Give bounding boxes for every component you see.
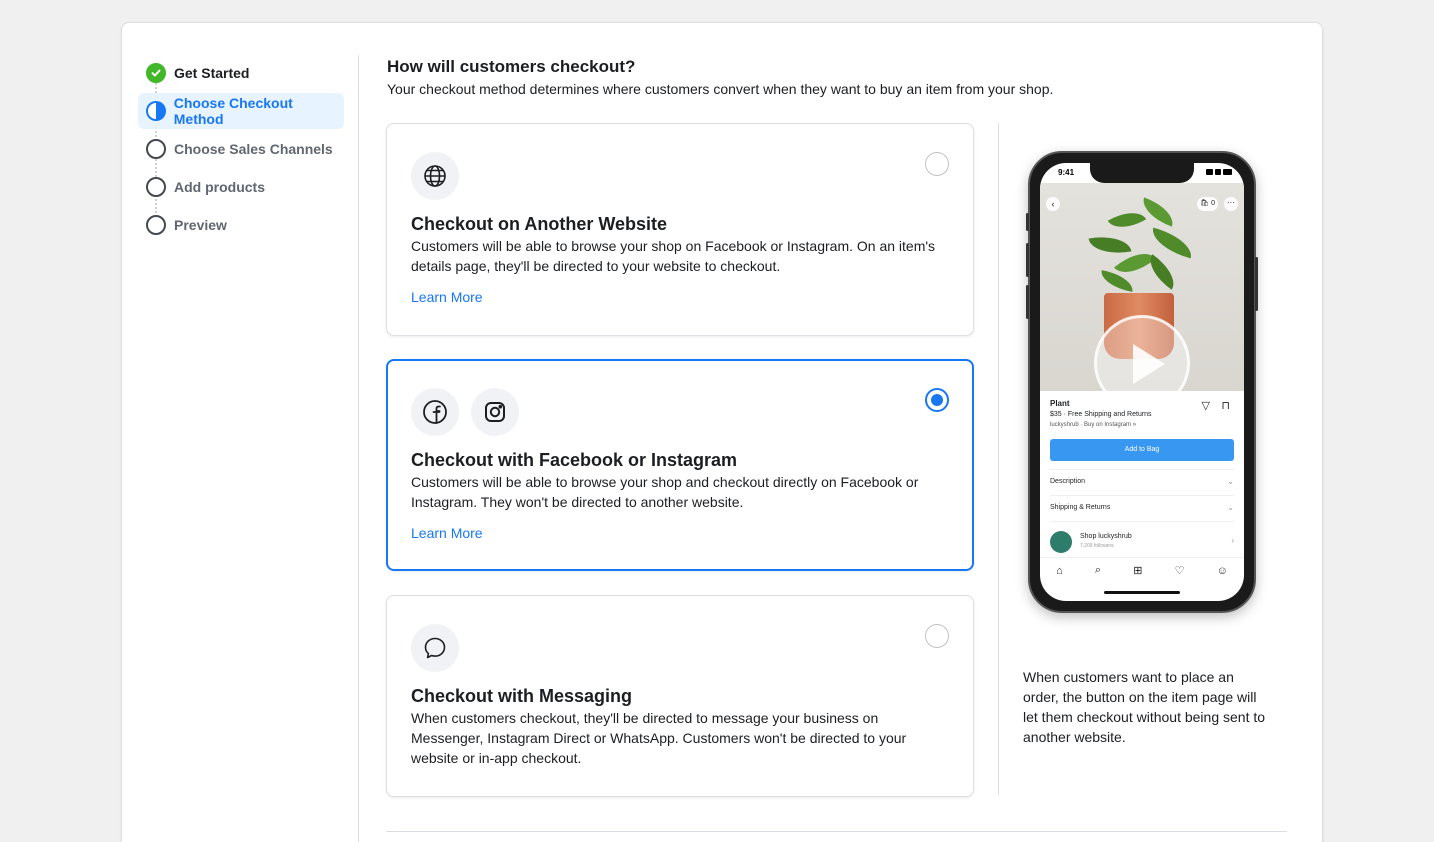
step-label: Choose Sales Channels [174,141,333,157]
search-icon: ⌕ [1094,564,1102,576]
phone-screen: 9:41 ‹ 🛍 0 ··· Plant $35 · Free Shipping… [1040,163,1244,601]
back-icon: ‹ [1046,197,1060,211]
option-card-facebook-instagram[interactable]: Checkout with Facebook or Instagram Cust… [386,359,974,571]
phone-tab-bar: ⌂ ⌕ ⊞ ♡ ☺ [1040,557,1244,583]
description-row: Description ⌄ [1050,469,1234,486]
empty-circle-icon [146,139,166,159]
radio-button[interactable] [925,624,949,648]
learn-more-link[interactable]: Learn More [411,525,483,541]
more-icon: ··· [1224,197,1238,211]
step-choose-checkout-method[interactable]: Choose Checkout Method [138,93,344,129]
step-label: Choose Checkout Method [173,95,293,127]
empty-circle-icon [146,215,166,235]
half-circle-icon [146,101,166,121]
empty-circle-icon [146,177,166,197]
option-title: Checkout on Another Website [411,214,668,234]
option-card-another-website[interactable]: Checkout on Another Website Customers wi… [386,123,974,336]
preview-divider [998,123,999,795]
messenger-bubble-icon [411,624,459,672]
add-icon: ⊞ [1133,565,1143,577]
option-description: Customers will be able to browse your sh… [411,238,936,274]
shop-row: › [1050,521,1234,557]
phone-notch [1090,163,1194,183]
globe-icon [411,152,459,200]
learn-more-link[interactable]: Learn More [411,289,483,305]
product-shop: luckyshrub · Buy on Instagram » [1050,422,1137,428]
product-price: $35 · Free Shipping and Returns [1050,411,1152,418]
shop-name: Shop luckyshrub [1080,533,1132,540]
option-description: Customers will be able to browse your sh… [411,474,919,510]
page-title: How will customers checkout? [387,57,636,76]
page-subtitle: Your checkout method determines where cu… [387,81,1054,97]
option-card-messaging[interactable]: Checkout with Messaging When customers c… [386,595,974,797]
stepper: Get Started Choose Checkout Method Choos… [138,55,344,245]
footer-divider [386,831,1287,832]
cart-icon: 🛍 0 [1197,197,1218,211]
radio-button-selected[interactable] [925,388,949,412]
step-label: Add products [174,179,265,195]
heart-icon: ♡ [1174,565,1185,577]
profile-icon: ☺ [1216,564,1228,577]
home-indicator [1104,591,1180,594]
chevron-down-icon: ⌄ [1227,503,1234,512]
step-choose-sales-channels[interactable]: Choose Sales Channels [138,131,344,167]
instagram-icon [471,388,519,436]
status-time: 9:41 [1058,168,1075,177]
add-to-bag-button: Add to Bag [1050,439,1234,461]
shop-avatar [1050,531,1072,553]
sidebar-divider [358,55,359,842]
play-icon[interactable] [1094,315,1190,411]
home-icon: ⌂ [1056,564,1063,577]
option-title: Checkout with Facebook or Instagram [411,450,738,470]
phone-preview: 9:41 ‹ 🛍 0 ··· Plant $35 · Free Shipping… [1026,151,1258,613]
chevron-down-icon: ⌄ [1227,477,1234,486]
bookmark-icon: ⊓ [1221,400,1230,412]
option-title: Checkout with Messaging [411,686,633,706]
check-circle-icon [146,63,166,83]
step-label: Get Started [174,65,250,81]
step-get-started[interactable]: Get Started [138,55,344,91]
product-name: Plant [1050,399,1070,408]
option-description: When customers checkout, they'll be dire… [411,710,907,766]
shop-followers: 7,209 followers [1080,543,1114,549]
facebook-icon [411,388,459,436]
preview-description: When customers want to place an order, t… [1023,669,1266,745]
step-add-products[interactable]: Add products [138,169,344,205]
step-preview[interactable]: Preview [138,207,344,243]
radio-button[interactable] [925,152,949,176]
share-icon: ▽ [1201,400,1210,412]
shipping-row: Shipping & Returns ⌄ [1050,495,1234,512]
status-icons [1206,169,1232,175]
step-label: Preview [174,217,227,233]
chevron-right-icon: › [1231,536,1234,545]
onboarding-panel: Get Started Choose Checkout Method Choos… [121,22,1323,842]
